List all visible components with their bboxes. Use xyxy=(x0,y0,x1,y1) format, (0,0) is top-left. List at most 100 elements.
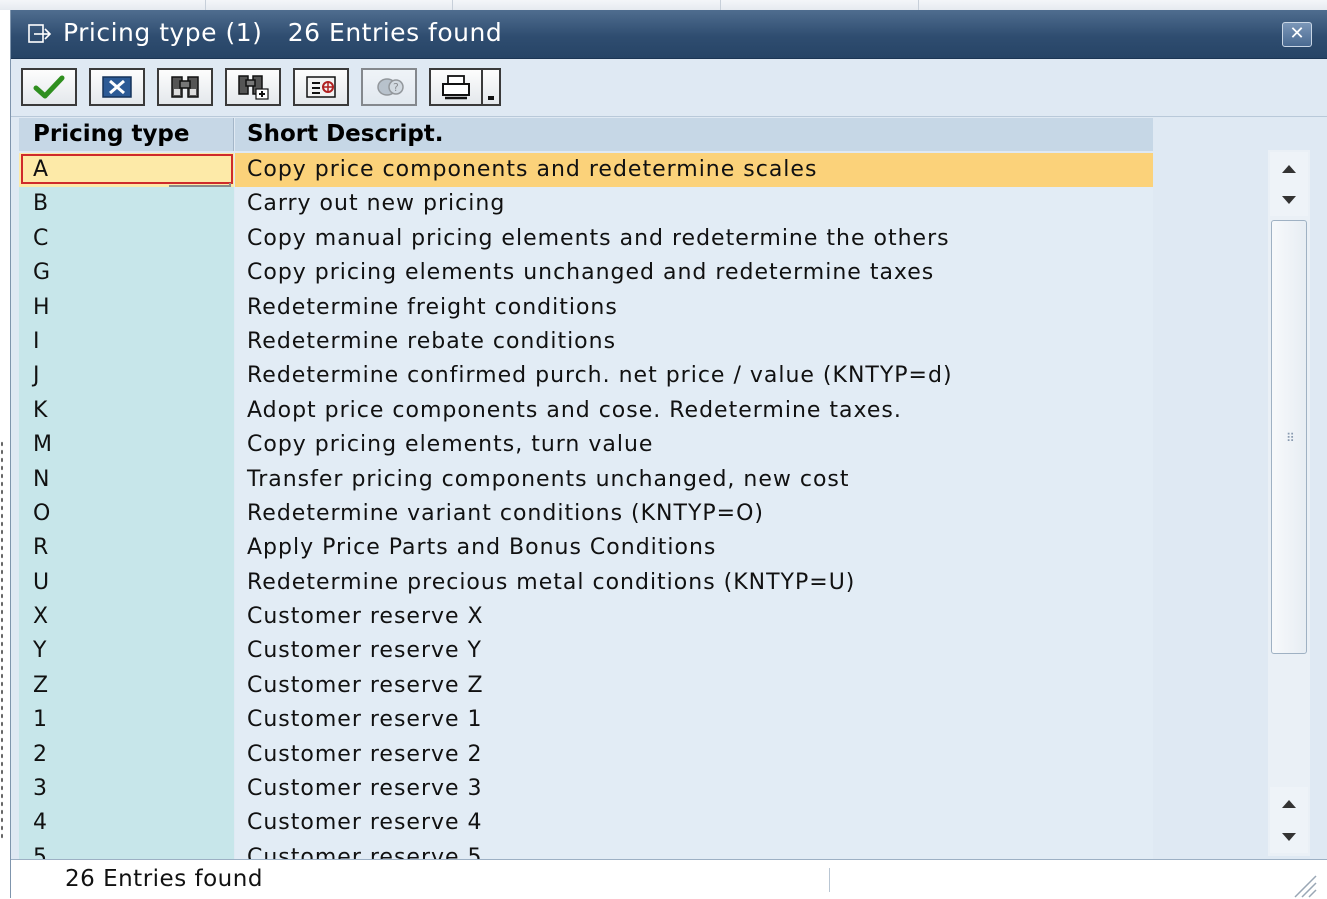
table-row[interactable]: 1 Customer reserve 1 xyxy=(19,703,1153,738)
description-cell[interactable]: Customer reserve 4 xyxy=(235,806,1153,841)
pricing-type-cell[interactable]: O xyxy=(19,496,234,532)
description-cell[interactable]: Redetermine precious metal conditions (K… xyxy=(235,565,1153,601)
table-row[interactable]: 4 Customer reserve 4 xyxy=(19,806,1153,841)
find-next-binoculars-icon xyxy=(238,75,269,100)
print-options-dropdown[interactable] xyxy=(483,68,501,106)
description-cell[interactable]: Customer reserve 2 xyxy=(235,737,1153,773)
table-row[interactable]: M Copy pricing elements, turn value xyxy=(19,428,1153,463)
arrow-down-icon xyxy=(1282,832,1296,841)
table-row[interactable]: Z Customer reserve Z xyxy=(19,668,1153,704)
table-row[interactable]: 3 Customer reserve 3 xyxy=(19,772,1153,807)
dialog-toolbar: ? xyxy=(11,60,1327,117)
pricing-type-cell[interactable]: Y xyxy=(19,634,234,669)
status-bar: 26 Entries found xyxy=(11,859,1327,899)
pricing-type-cell[interactable]: 1 xyxy=(19,703,234,738)
pricing-type-cell[interactable]: Z xyxy=(19,668,234,704)
background-divider xyxy=(720,0,721,10)
description-cell[interactable]: Customer reserve 3 xyxy=(235,772,1153,807)
table-row[interactable]: C Copy manual pricing elements and redete… xyxy=(19,221,1153,257)
pricing-type-cell[interactable]: 5 xyxy=(19,840,234,860)
description-cell[interactable]: Redetermine rebate conditions xyxy=(235,324,1153,360)
description-cell[interactable]: Transfer pricing components unchanged, n… xyxy=(235,462,1153,497)
column-header-pricing-type[interactable]: Pricing type xyxy=(19,118,234,151)
scroll-down-button[interactable] xyxy=(1270,183,1308,216)
table-row[interactable]: N Transfer pricing components unchanged, … xyxy=(19,462,1153,497)
multiple-selection-button[interactable] xyxy=(293,68,349,106)
close-button[interactable]: ✕ xyxy=(1282,22,1312,47)
description-cell[interactable]: Customer reserve 5 xyxy=(235,840,1153,860)
background-window-strip xyxy=(0,0,1327,10)
description-cell[interactable]: Redetermine variant conditions (KNTYP=O) xyxy=(235,496,1153,532)
description-cell[interactable]: Copy price components and redetermine sc… xyxy=(235,153,1153,188)
description-cell[interactable]: Copy manual pricing elements and redeter… xyxy=(235,221,1153,257)
print-button[interactable] xyxy=(429,68,483,106)
table-row[interactable]: B Carry out new pricing xyxy=(19,187,1153,222)
pricing-type-cell[interactable]: M xyxy=(19,428,234,463)
value-help-dialog: Pricing type (1) 26 Entries found ✕ ? Pr… xyxy=(10,10,1327,899)
pricing-type-cell[interactable]: B xyxy=(19,187,234,222)
description-cell[interactable]: Redetermine confirmed purch. net price /… xyxy=(235,359,1153,394)
description-cell[interactable]: Copy pricing elements, turn value xyxy=(235,428,1153,463)
help-button[interactable]: ? xyxy=(361,68,417,106)
vertical-scrollbar[interactable]: ⠿ xyxy=(1268,150,1310,856)
help-icon: ? xyxy=(377,78,404,96)
description-cell[interactable]: Customer reserve Z xyxy=(235,668,1153,704)
table-row[interactable]: A Copy price components and redetermine s… xyxy=(19,153,1153,188)
description-cell[interactable]: Customer reserve 1 xyxy=(235,703,1153,738)
pricing-type-cell[interactable]: J xyxy=(19,359,234,394)
table-row[interactable]: I Redetermine rebate conditions xyxy=(19,324,1153,360)
table-row[interactable]: G Copy pricing elements unchanged and red… xyxy=(19,256,1153,291)
pricing-type-cell[interactable]: H xyxy=(19,290,234,325)
description-cell[interactable]: Redetermine freight conditions xyxy=(235,290,1153,325)
print-icon xyxy=(442,75,470,100)
pricing-type-cell[interactable]: K xyxy=(19,393,234,429)
scroll-page-down-button[interactable] xyxy=(1270,820,1308,853)
table-row[interactable]: X Customer reserve X xyxy=(19,600,1153,635)
pricing-type-cell[interactable]: N xyxy=(19,462,234,497)
background-divider xyxy=(205,0,206,10)
background-divider xyxy=(452,0,453,10)
table-empty-area xyxy=(1153,118,1275,860)
pricing-type-cell[interactable]: R xyxy=(19,531,234,566)
arrow-up-icon xyxy=(1282,164,1296,173)
pricing-type-cell[interactable]: G xyxy=(19,256,234,291)
table-row[interactable]: K Adopt price components and cose. Redete… xyxy=(19,393,1153,429)
resize-grip-icon[interactable] xyxy=(1289,870,1317,898)
pricing-type-cell[interactable]: 4 xyxy=(19,806,234,841)
column-header-short-description[interactable]: Short Descript. xyxy=(235,118,1153,151)
pricing-type-cell[interactable]: 2 xyxy=(19,737,234,773)
find-binoculars-icon xyxy=(171,76,199,98)
cell-focus-shadow xyxy=(169,183,231,187)
description-cell[interactable]: Adopt price components and cose. Redeter… xyxy=(235,393,1153,429)
find-button[interactable] xyxy=(157,68,213,106)
print-dropdown-icon xyxy=(488,96,494,100)
description-cell[interactable]: Customer reserve X xyxy=(235,600,1153,635)
table-body: A Copy price components and redetermine s… xyxy=(19,153,1153,860)
find-next-button[interactable] xyxy=(225,68,281,106)
background-divider xyxy=(918,0,919,10)
table-row[interactable]: R Apply Price Parts and Bonus Conditions xyxy=(19,531,1153,566)
table-row[interactable]: U Redetermine precious metal conditions (… xyxy=(19,565,1153,601)
table-row[interactable]: O Redetermine variant conditions (KNTYP=O… xyxy=(19,496,1153,532)
pricing-type-cell[interactable]: I xyxy=(19,324,234,360)
pricing-type-cell[interactable]: C xyxy=(19,221,234,257)
description-cell[interactable]: Apply Price Parts and Bonus Conditions xyxy=(235,531,1153,566)
dialog-title-bar[interactable]: Pricing type (1) 26 Entries found ✕ xyxy=(11,10,1327,59)
scrollbar-thumb[interactable]: ⠿ xyxy=(1271,220,1307,654)
pricing-type-cell[interactable]: U xyxy=(19,565,234,601)
table-row[interactable]: Y Customer reserve Y xyxy=(19,634,1153,669)
pricing-type-cell[interactable]: 3 xyxy=(19,772,234,807)
table-row[interactable]: 2 Customer reserve 2 xyxy=(19,737,1153,773)
pricing-type-cell[interactable]: X xyxy=(19,600,234,635)
table-row[interactable]: 5 Customer reserve 5 xyxy=(19,840,1153,860)
table-row[interactable]: H Redetermine freight conditions xyxy=(19,290,1153,325)
description-cell[interactable]: Copy pricing elements unchanged and rede… xyxy=(235,256,1153,291)
scroll-up-button[interactable] xyxy=(1270,152,1308,185)
continue-button[interactable] xyxy=(21,68,77,106)
scroll-page-up-button[interactable] xyxy=(1270,787,1308,820)
description-cell[interactable]: Carry out new pricing xyxy=(235,187,1153,222)
table-row[interactable]: J Redetermine confirmed purch. net price … xyxy=(19,359,1153,394)
cancel-x-icon xyxy=(102,76,132,98)
description-cell[interactable]: Customer reserve Y xyxy=(235,634,1153,669)
cancel-button[interactable] xyxy=(89,68,145,106)
